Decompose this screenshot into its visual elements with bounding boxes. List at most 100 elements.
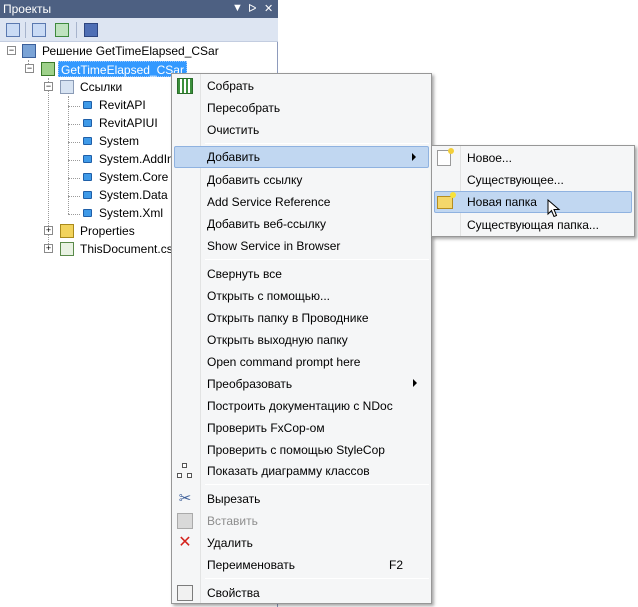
- copy-tool-icon[interactable]: [30, 21, 48, 39]
- menu-item-delete[interactable]: ✕ Удалить: [174, 532, 429, 554]
- tree-node-label: System.Xml: [99, 206, 164, 220]
- tree-node-label: System.Core: [99, 170, 169, 184]
- menu-item-label: Добавить: [207, 150, 261, 164]
- close-icon[interactable]: ✕: [264, 2, 273, 15]
- menu-item-check-stylecop[interactable]: Проверить с помощью StyleCop: [174, 439, 429, 461]
- tree-node-label: System.AddIn: [99, 152, 174, 166]
- reference-icon: [83, 209, 92, 217]
- tree-node-label: ThisDocument.cs: [80, 242, 173, 256]
- new-item-icon: [437, 148, 454, 166]
- menu-item-add-service-reference[interactable]: Add Service Reference: [174, 191, 429, 213]
- collapse-tool-icon[interactable]: [82, 21, 100, 39]
- menu-item-label: Построить документацию с NDoc: [207, 399, 393, 413]
- menu-item-label: Проверить с помощью StyleCop: [207, 443, 385, 457]
- menu-item-label: Свойства: [207, 586, 260, 600]
- collapse-toggle-icon[interactable]: −: [44, 82, 53, 91]
- menu-item-label: Проверить FxCop-ом: [207, 421, 325, 435]
- menu-item-label: Пересобрать: [207, 101, 281, 115]
- menu-item-build[interactable]: Собрать: [174, 75, 429, 97]
- toolbar-separator: [76, 22, 77, 38]
- panel-title: Проекты: [3, 2, 52, 16]
- menu-item-open-output-folder[interactable]: Открыть выходную папку: [174, 329, 429, 351]
- menu-item-label: Open command prompt here: [207, 355, 361, 369]
- menu-item-cut[interactable]: ✂ Вырезать: [174, 488, 429, 510]
- menu-item-paste[interactable]: Вставить: [174, 510, 429, 532]
- collapse-toggle-icon[interactable]: −: [25, 64, 34, 73]
- reference-icon: [83, 137, 92, 145]
- menu-item-label: Удалить: [207, 536, 253, 550]
- reference-icon: [83, 101, 92, 109]
- menu-item-add-web-reference[interactable]: Добавить веб-ссылку: [174, 213, 429, 235]
- expand-toggle-icon[interactable]: +: [44, 226, 53, 235]
- expand-toggle-icon[interactable]: +: [44, 244, 53, 253]
- context-menu: Собрать Пересобрать Очистить Добавить До…: [171, 73, 432, 604]
- dropdown-icon[interactable]: ▼: [232, 2, 243, 14]
- menu-item-label: Существующая папка...: [467, 218, 599, 232]
- menu-item-show-service-in-browser[interactable]: Show Service in Browser: [174, 235, 429, 257]
- delete-icon: ✕: [178, 534, 192, 551]
- menu-item-label: Add Service Reference: [207, 195, 331, 209]
- submenu-item-existing-folder[interactable]: Существующая папка...: [434, 214, 632, 236]
- tree-node-solution[interactable]: − Решение GetTimeElapsed_CSar: [0, 42, 278, 60]
- reference-icon: [83, 155, 92, 163]
- properties-folder-icon: [60, 224, 74, 238]
- menu-item-label: Новое...: [467, 151, 512, 165]
- menu-item-label: Преобразовать: [207, 377, 293, 391]
- menu-item-label: Show Service in Browser: [207, 239, 341, 253]
- menu-item-open-folder-in-explorer[interactable]: Открыть папку в Проводнике: [174, 307, 429, 329]
- menu-item-shortcut: F2: [389, 558, 404, 572]
- tree-node-label: System.Data: [99, 188, 168, 202]
- tree-node-label: Properties: [80, 224, 135, 238]
- menu-item-rebuild[interactable]: Пересобрать: [174, 97, 429, 119]
- menu-item-show-class-diagram[interactable]: Показать диаграмму классов: [174, 460, 429, 482]
- properties-icon: [177, 585, 193, 601]
- reference-icon: [83, 191, 92, 199]
- menu-item-label: Вставить: [207, 514, 258, 528]
- menu-item-label: Очистить: [207, 123, 260, 137]
- tree-node-label: Решение GetTimeElapsed_CSar: [42, 44, 219, 58]
- pin-icon[interactable]: ᐅ: [248, 2, 256, 15]
- tree-node-label: Ссылки: [80, 80, 123, 94]
- toolbar-separator: [25, 22, 26, 38]
- menu-item-rename[interactable]: Переименовать F2: [174, 554, 429, 576]
- tree-node-label: GetTimeElapsed_CSar: [58, 61, 187, 77]
- menu-item-label: Добавить веб-ссылку: [207, 217, 327, 231]
- tree-node-label: RevitAPIUI: [99, 116, 158, 130]
- menu-item-label: Открыть с помощью...: [207, 289, 331, 303]
- submenu-item-new-folder[interactable]: Новая папка: [434, 191, 632, 213]
- menu-item-build-docs-ndoc[interactable]: Построить документацию с NDoc: [174, 395, 429, 417]
- menu-item-add[interactable]: Добавить: [174, 146, 429, 168]
- menu-item-label: Добавить ссылку: [207, 173, 303, 187]
- tree-node-label: RevitAPI: [99, 98, 146, 112]
- mouse-cursor-icon: [547, 199, 561, 218]
- menu-item-properties[interactable]: Свойства: [174, 582, 429, 604]
- submenu-item-new[interactable]: Новое...: [434, 147, 632, 169]
- menu-item-collapse-all[interactable]: Свернуть все: [174, 263, 429, 285]
- refresh-tool-icon[interactable]: [53, 21, 71, 39]
- panel-title-bar: Проекты ▼ ᐅ ✕: [0, 0, 278, 18]
- reference-icon: [83, 173, 92, 181]
- reference-icon: [83, 119, 92, 127]
- properties-tool-icon[interactable]: [4, 21, 22, 39]
- menu-item-clean[interactable]: Очистить: [174, 119, 429, 141]
- add-submenu: Новое... Существующее... Новая папка Сущ…: [431, 145, 635, 237]
- menu-item-label: Открыть папку в Проводнике: [207, 311, 369, 325]
- menu-item-label: Новая папка: [467, 195, 537, 209]
- menu-item-convert[interactable]: Преобразовать: [174, 373, 429, 395]
- menu-item-label: Существующее...: [467, 173, 564, 187]
- menu-item-label: Показать диаграмму классов: [207, 464, 370, 478]
- solution-icon: [22, 44, 36, 58]
- menu-item-add-reference[interactable]: Добавить ссылку: [174, 169, 429, 191]
- menu-item-label: Собрать: [207, 79, 255, 93]
- menu-separator: [205, 259, 429, 260]
- menu-separator: [205, 143, 429, 144]
- csharp-project-icon: [41, 62, 55, 76]
- menu-item-label: Вырезать: [207, 492, 261, 506]
- collapse-toggle-icon[interactable]: −: [7, 46, 16, 55]
- submenu-item-existing[interactable]: Существующее...: [434, 169, 632, 191]
- tree-node-label: System: [99, 134, 140, 148]
- menu-item-open-with[interactable]: Открыть с помощью...: [174, 285, 429, 307]
- panel-toolbar: [0, 18, 278, 42]
- menu-item-open-command-prompt[interactable]: Open command prompt here: [174, 351, 429, 373]
- menu-item-check-fxcop[interactable]: Проверить FxCop-ом: [174, 417, 429, 439]
